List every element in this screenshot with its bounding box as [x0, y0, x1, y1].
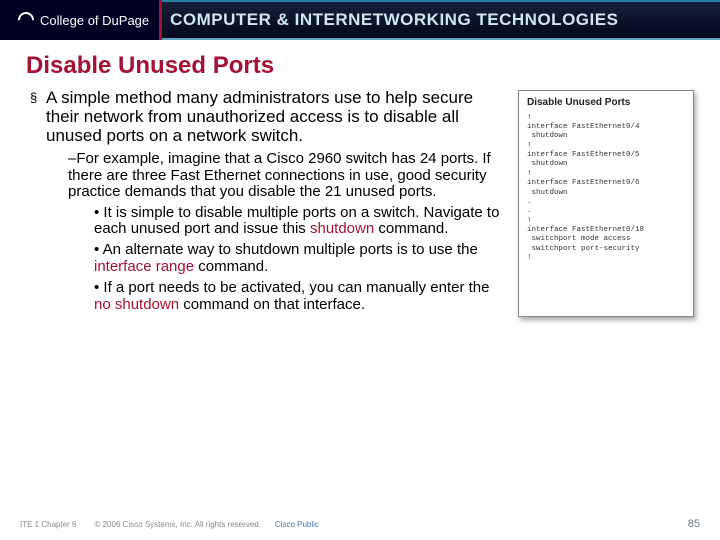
config-snippet-box: Disable Unused Ports ! interface FastEth…	[518, 90, 694, 317]
logo-arc-icon	[15, 9, 38, 32]
sub-bullet-2: • An alternate way to shutdown multiple …	[24, 242, 506, 276]
slide-body: Disable Unused Ports § A simple method m…	[0, 40, 720, 317]
example-subpoint: –For example, imagine that a Cisco 2960 …	[24, 151, 506, 201]
config-snippet-text: ! interface FastEthernet0/4 shutdown ! i…	[527, 114, 685, 264]
main-bullet: § A simple method many administrators us…	[24, 88, 506, 145]
slide-header: College of DuPage COMPUTER & INTERNETWOR…	[0, 0, 720, 40]
no-shutdown-command: no shutdown	[94, 296, 179, 313]
slide-title: Disable Unused Ports	[26, 52, 696, 80]
sub-bullet-3-pre: • If a port needs to be activated, you c…	[94, 279, 490, 296]
sub-bullet-1: • It is simple to disable multiple ports…	[24, 205, 506, 239]
slide-footer: ITE 1 Chapter 6 © 2006 Cisco Systems, In…	[0, 518, 720, 530]
sub-bullet-3-post: command on that interface.	[179, 296, 365, 313]
org-name: College of DuPage	[40, 13, 149, 28]
footer-copyright: © 2006 Cisco Systems, Inc. All rights re…	[94, 520, 260, 529]
interface-range-command: interface range	[94, 258, 194, 275]
config-snippet-title: Disable Unused Ports	[527, 97, 685, 110]
square-bullet-icon: §	[30, 91, 37, 106]
org-logo: College of DuPage	[0, 0, 159, 40]
banner-wrap: COMPUTER & INTERNETWORKING TECHNOLOGIES	[162, 0, 720, 40]
footer-chapter: ITE 1 Chapter 6	[20, 520, 76, 529]
main-bullet-text: A simple method many administrators use …	[46, 88, 473, 145]
content-row: § A simple method many administrators us…	[24, 88, 696, 317]
footer-page-number: 85	[688, 518, 700, 530]
shutdown-command: shutdown	[310, 220, 374, 237]
sub-bullet-2-post: command.	[194, 258, 268, 275]
footer-cisco-public: Cisco Public	[275, 520, 319, 529]
banner-title: COMPUTER & INTERNETWORKING TECHNOLOGIES	[170, 10, 618, 30]
sub-bullet-1-post: command.	[374, 220, 448, 237]
text-column: § A simple method many administrators us…	[24, 88, 506, 317]
sub-bullet-3: • If a port needs to be activated, you c…	[24, 280, 506, 314]
sub-bullet-2-pre: • An alternate way to shutdown multiple …	[94, 241, 478, 258]
